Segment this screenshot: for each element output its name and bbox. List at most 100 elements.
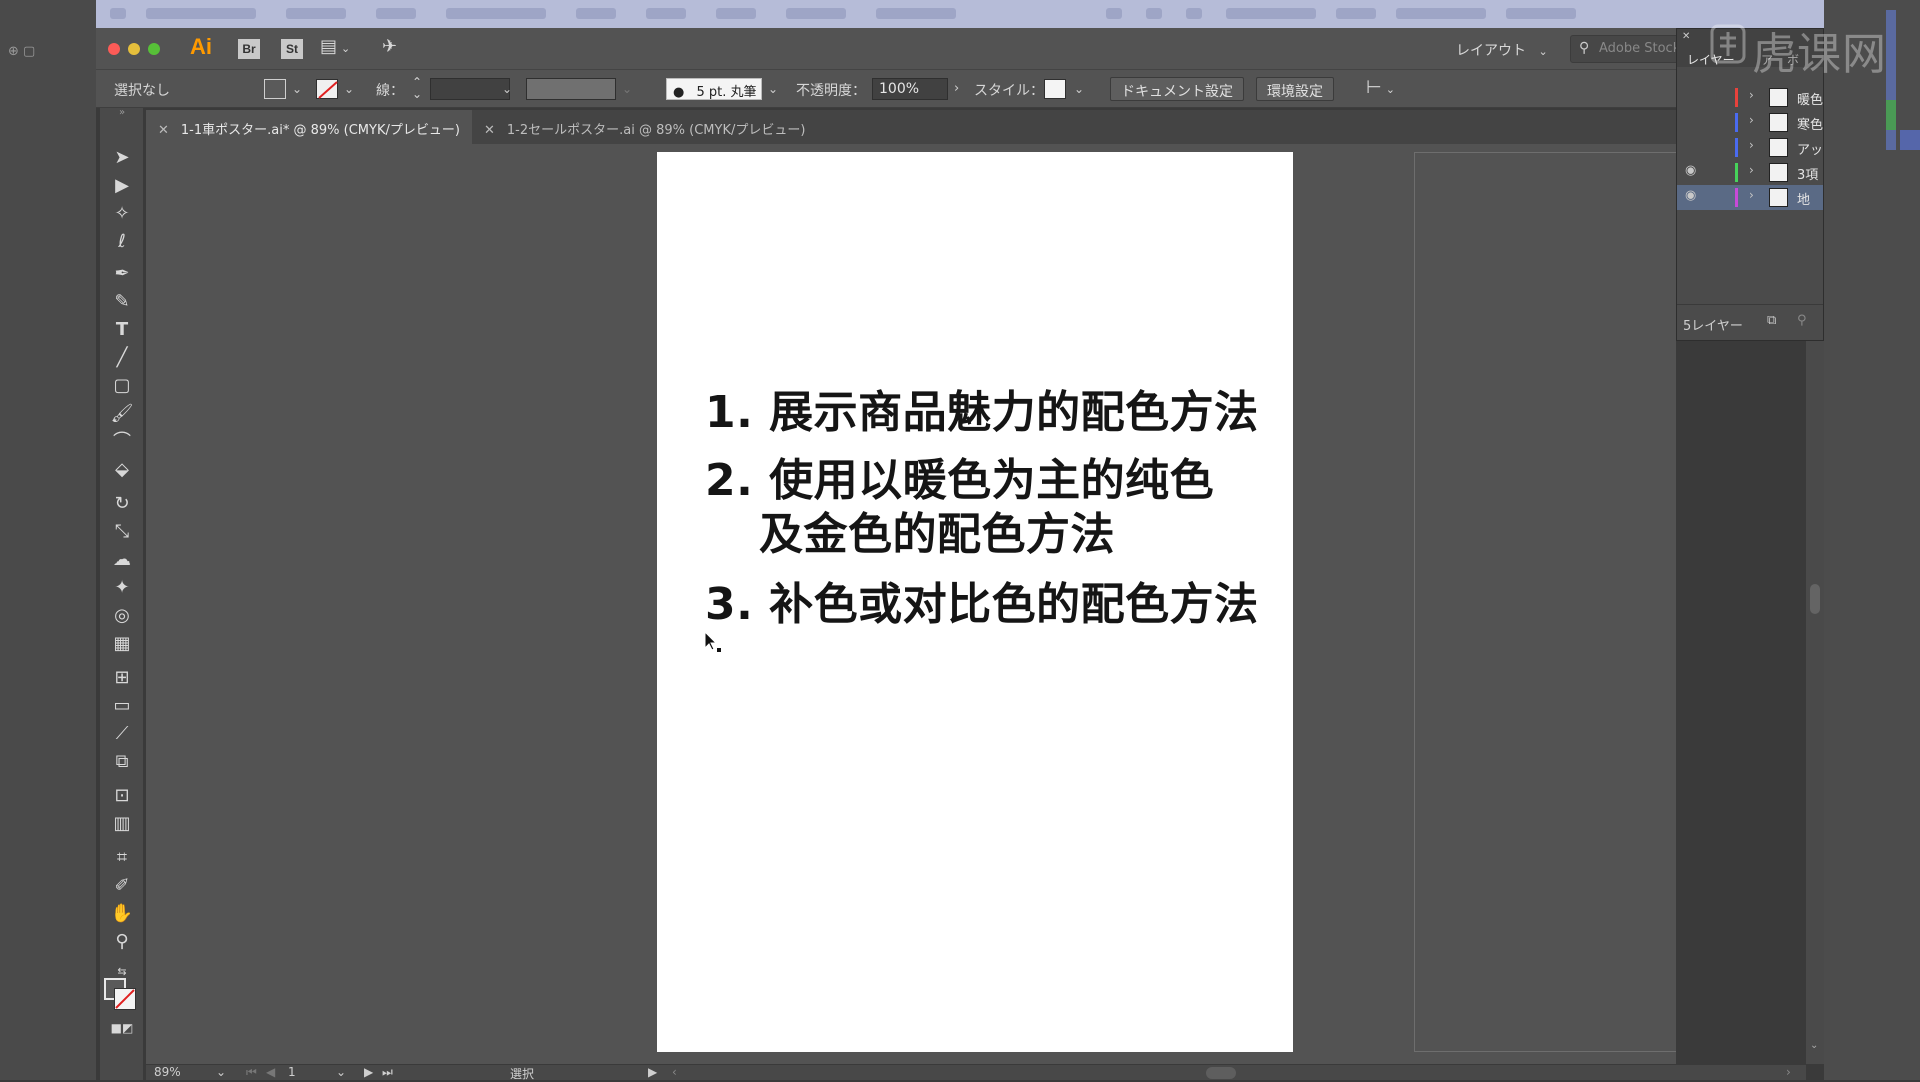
expand-layer-icon[interactable]: ›: [1749, 188, 1754, 202]
locate-object-icon[interactable]: ⚲: [1797, 313, 1807, 328]
brush-chevron-icon[interactable]: ⌄: [768, 82, 778, 96]
color-mode-icons[interactable]: ■◩: [110, 1016, 134, 1040]
opacity-field[interactable]: 100%: [872, 78, 948, 100]
puppet-warp-tool-icon[interactable]: ✦: [110, 576, 134, 600]
close-tab-icon[interactable]: ✕: [484, 123, 495, 138]
column-graph-tool-icon[interactable]: ▥: [110, 812, 134, 836]
scroll-right-icon[interactable]: ›: [1786, 1065, 1791, 1079]
graphic-style-swatch[interactable]: [1044, 79, 1066, 99]
close-tab-icon[interactable]: ✕: [158, 123, 169, 138]
blob-brush-tool-icon[interactable]: ⌒: [110, 430, 134, 454]
type-tool-icon[interactable]: T: [110, 318, 134, 342]
opacity-arrow-icon[interactable]: ›: [954, 81, 959, 96]
menu-item-edit[interactable]: [376, 8, 416, 19]
layer-row-5[interactable]: ◉ › 地: [1677, 185, 1823, 210]
profile-chevron-icon[interactable]: ⌄: [622, 82, 632, 96]
opacity-label[interactable]: 不透明度：: [796, 80, 866, 100]
status-menu-arrow-icon[interactable]: ▶: [648, 1065, 657, 1079]
artboard-text-line-1[interactable]: 1. 展示商品魅力的配色方法: [705, 376, 1259, 440]
slice-tool-icon[interactable]: ✐: [110, 874, 134, 898]
layer-row-1[interactable]: › 暖色: [1677, 85, 1823, 110]
eye-icon[interactable]: ◉: [1685, 163, 1696, 178]
eye-icon[interactable]: ◉: [1685, 188, 1696, 203]
document-settings-button[interactable]: ドキュメント設定: [1110, 77, 1244, 101]
magic-wand-tool-icon[interactable]: ✧: [110, 202, 134, 226]
bridge-button[interactable]: Br: [238, 39, 260, 59]
layer-row-4[interactable]: ◉ › 3項: [1677, 160, 1823, 185]
variable-width-profile[interactable]: [526, 78, 616, 100]
status-icon-3[interactable]: [1186, 8, 1202, 19]
eraser-tool-icon[interactable]: ⬙: [110, 458, 134, 482]
expand-layer-icon[interactable]: ›: [1749, 138, 1754, 152]
artboard[interactable]: 1. 展示商品魅力的配色方法 2. 使用以暖色为主的纯色 及金色的配色方法 3.…: [657, 152, 1293, 1052]
layer-name[interactable]: 地: [1797, 189, 1823, 208]
artboard-2-outline[interactable]: [1414, 152, 1676, 1052]
stock-button[interactable]: St: [281, 39, 303, 59]
stroke-weight-field[interactable]: [430, 78, 510, 100]
minimize-window-button[interactable]: [128, 43, 140, 55]
menu-item-type[interactable]: [576, 8, 616, 19]
warp-tool-icon[interactable]: ☁: [110, 548, 134, 572]
gpu-performance-icon[interactable]: ✈: [382, 36, 397, 57]
scrollbar-thumb[interactable]: [1810, 584, 1820, 614]
symbol-sprayer-tool-icon[interactable]: ⊡: [110, 784, 134, 808]
close-panel-icon[interactable]: ✕: [1682, 31, 1690, 42]
next-artboard-icon[interactable]: ▶: [364, 1065, 373, 1079]
artboard-number[interactable]: 1: [288, 1065, 296, 1079]
zoom-window-button[interactable]: [148, 43, 160, 55]
artboard-chevron-icon[interactable]: ⌄: [336, 1065, 346, 1079]
rectangle-tool-icon[interactable]: ▢: [110, 374, 134, 398]
scroll-down-icon[interactable]: ⌄: [1810, 1040, 1818, 1051]
shape-builder-tool-icon[interactable]: ◎: [110, 604, 134, 628]
direct-selection-tool-icon[interactable]: ▶: [110, 174, 134, 198]
stroke-swatch[interactable]: [316, 79, 338, 99]
arrange-documents-icon[interactable]: ▤ ⌄: [320, 36, 350, 57]
zoom-tool-icon[interactable]: ⚲: [110, 930, 134, 954]
close-window-button[interactable]: [108, 43, 120, 55]
paintbrush-tool-icon[interactable]: 🖌: [110, 402, 134, 426]
menu-item-app[interactable]: [146, 8, 256, 19]
eyedropper-tool-icon[interactable]: ⟋: [110, 722, 134, 746]
menu-item-file[interactable]: [286, 8, 346, 19]
artboard-text-line-4[interactable]: 3. 补色或对比色的配色方法: [705, 568, 1259, 632]
last-artboard-icon[interactable]: ⏭: [382, 1065, 393, 1080]
lasso-tool-icon[interactable]: ℓ: [110, 230, 134, 254]
brush-definition[interactable]: ● 5 pt. 丸筆: [666, 78, 762, 100]
stroke-chevron-icon[interactable]: ⌄: [344, 82, 354, 96]
perspective-grid-tool-icon[interactable]: ▦: [110, 632, 134, 656]
workspace-switcher[interactable]: レイアウト ⌄: [1456, 40, 1548, 60]
expand-layer-icon[interactable]: ›: [1749, 113, 1754, 127]
layer-name[interactable]: アッ: [1797, 139, 1823, 158]
horizontal-scrollbar-thumb[interactable]: [1206, 1067, 1236, 1079]
rotate-tool-icon[interactable]: ↻: [110, 492, 134, 516]
first-artboard-icon[interactable]: ⏮: [246, 1065, 257, 1080]
menu-item-window[interactable]: [876, 8, 956, 19]
fill-swatch[interactable]: [264, 79, 286, 99]
menu-item-object[interactable]: [446, 8, 546, 19]
zoom-level[interactable]: 89%: [154, 1065, 181, 1079]
pen-tool-icon[interactable]: ✒: [110, 262, 134, 286]
status-icon-4[interactable]: [1226, 8, 1316, 19]
menu-item-view[interactable]: [786, 8, 846, 19]
tab-document-1[interactable]: ✕ 1-1車ポスター.ai* @ 89% (CMYK/プレビュー): [146, 110, 472, 144]
align-menu-icon[interactable]: ⊢ ⌄: [1366, 77, 1395, 98]
line-tool-icon[interactable]: ╱: [110, 346, 134, 370]
export-icon[interactable]: ⧉: [1767, 313, 1776, 328]
style-chevron-icon[interactable]: ⌄: [1074, 82, 1084, 96]
scroll-left-icon[interactable]: ‹: [672, 1065, 677, 1079]
expand-layer-icon[interactable]: ›: [1749, 88, 1754, 102]
previous-artboard-icon[interactable]: ◀: [266, 1065, 275, 1079]
stroke-color-icon[interactable]: [114, 988, 136, 1010]
layer-name[interactable]: 暖色: [1797, 89, 1823, 108]
apple-menu-icon[interactable]: [110, 8, 126, 19]
layer-name[interactable]: 寒色: [1797, 114, 1823, 133]
status-icon-2[interactable]: [1146, 8, 1162, 19]
stroke-weight-stepper[interactable]: ⌃ ⌄: [412, 76, 422, 100]
selection-tool-icon[interactable]: ➤: [110, 146, 134, 170]
stroke-weight-chevron-icon[interactable]: ⌄: [502, 82, 512, 96]
gradient-tool-icon[interactable]: ▭: [110, 694, 134, 718]
status-user[interactable]: [1506, 8, 1576, 19]
layer-row-2[interactable]: › 寒色: [1677, 110, 1823, 135]
blend-tool-icon[interactable]: ⧉: [110, 750, 134, 774]
artboard-text-line-3[interactable]: 及金色的配色方法: [759, 498, 1115, 562]
